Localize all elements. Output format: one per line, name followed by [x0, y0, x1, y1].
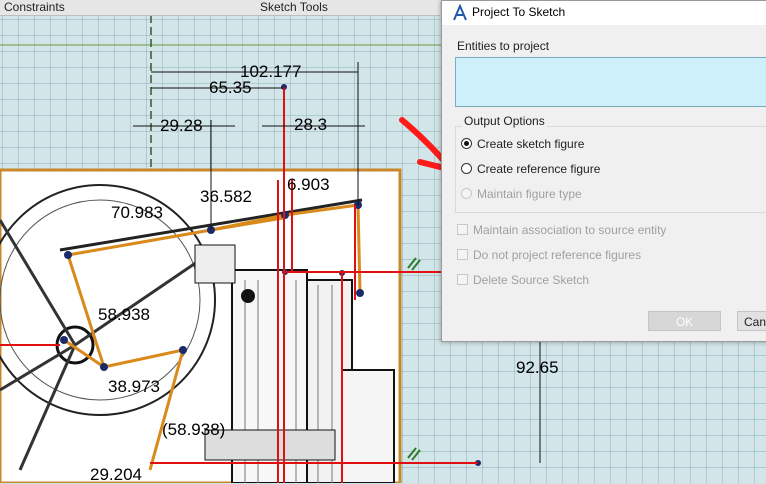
dimension-58a[interactable]: 58.938: [98, 306, 150, 323]
constraints-tab[interactable]: Constraints: [4, 0, 65, 15]
dimension-6903[interactable]: 6.903: [287, 176, 330, 193]
dimension-70[interactable]: 70.983: [111, 204, 163, 221]
dimension-28[interactable]: 28.3: [294, 116, 327, 133]
checkbox-maintain-association-label: Maintain association to source entity: [473, 223, 667, 237]
dimension-65[interactable]: 65.35: [209, 79, 252, 96]
checkbox-delete-source-label: Delete Source Sketch: [473, 273, 590, 287]
app-logo-icon: [453, 4, 467, 21]
dimension-38[interactable]: 38.973: [108, 378, 160, 395]
ribbon-header: Constraints Sketch Tools: [0, 0, 440, 16]
project-to-sketch-dialog: Project To Sketch Entities to project Ou…: [441, 0, 766, 342]
radio-sketch-figure[interactable]: [461, 138, 472, 149]
dimension-92[interactable]: 92.65: [516, 359, 559, 376]
checkbox-no-reference-label: Do not project reference figures: [473, 248, 642, 262]
radio-maintain-type[interactable]: [461, 188, 472, 199]
dimension-58b[interactable]: (58.938): [162, 421, 225, 438]
dialog-title: Project To Sketch: [472, 5, 566, 19]
radio-reference-figure-label[interactable]: Create reference figure: [477, 162, 600, 176]
radio-maintain-type-label: Maintain figure type: [477, 187, 582, 201]
radio-reference-figure[interactable]: [461, 163, 472, 174]
checkbox-maintain-association[interactable]: [457, 224, 468, 235]
dimension-36[interactable]: 36.582: [200, 188, 252, 205]
cancel-button[interactable]: Can: [737, 311, 766, 331]
dimension-29[interactable]: 29.28: [160, 117, 203, 134]
radio-sketch-figure-label[interactable]: Create sketch figure: [477, 137, 584, 151]
sketch-tools-tab[interactable]: Sketch Tools: [260, 0, 328, 15]
ok-button[interactable]: OK: [648, 311, 721, 331]
entities-label: Entities to project: [457, 39, 550, 53]
output-options-label: Output Options: [462, 114, 547, 128]
entities-input[interactable]: [455, 57, 766, 107]
dialog-titlebar[interactable]: Project To Sketch: [442, 1, 766, 25]
checkbox-delete-source[interactable]: [457, 274, 468, 285]
dimension-29b[interactable]: 29.204: [90, 466, 142, 483]
checkbox-no-reference[interactable]: [457, 249, 468, 260]
